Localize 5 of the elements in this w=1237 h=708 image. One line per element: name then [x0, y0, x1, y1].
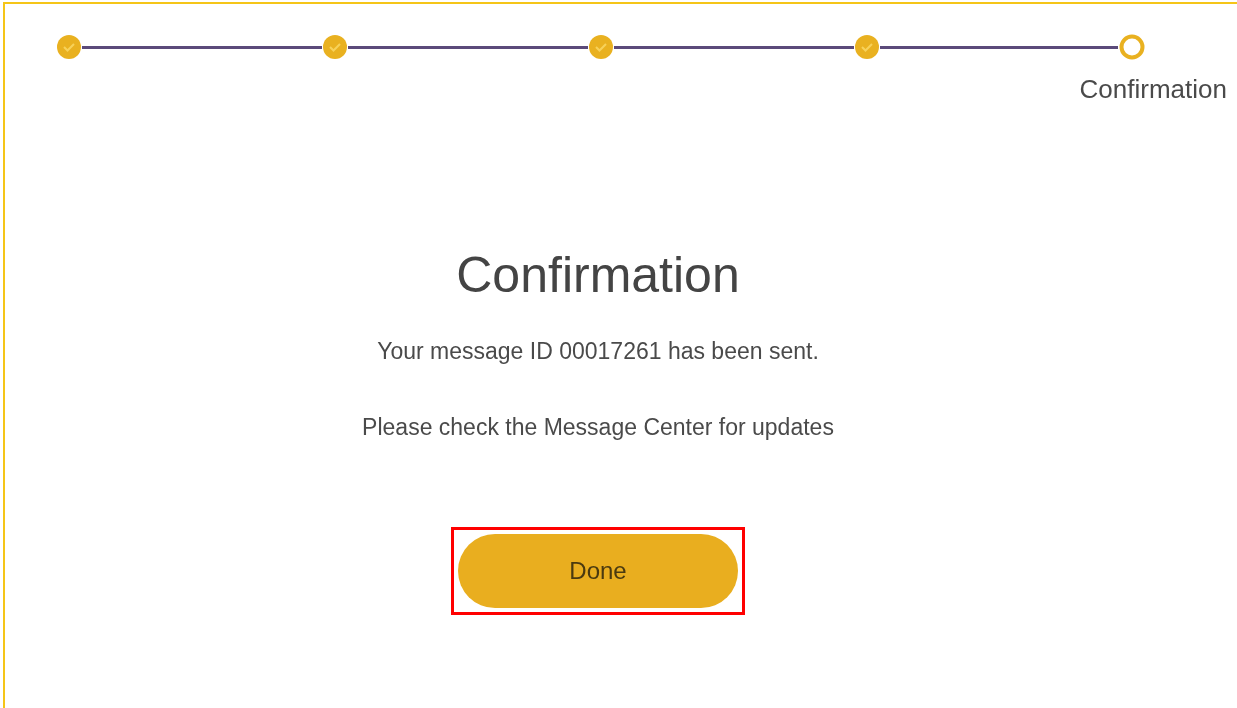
message-text: Your message ID 00017261 has been sent.	[377, 337, 819, 366]
step-label: Confirmation	[1079, 73, 1227, 101]
done-button[interactable]: Done	[458, 534, 738, 608]
message-text: Please check the Message Center for updates	[362, 413, 834, 442]
page-title: Confirmation	[456, 246, 740, 305]
